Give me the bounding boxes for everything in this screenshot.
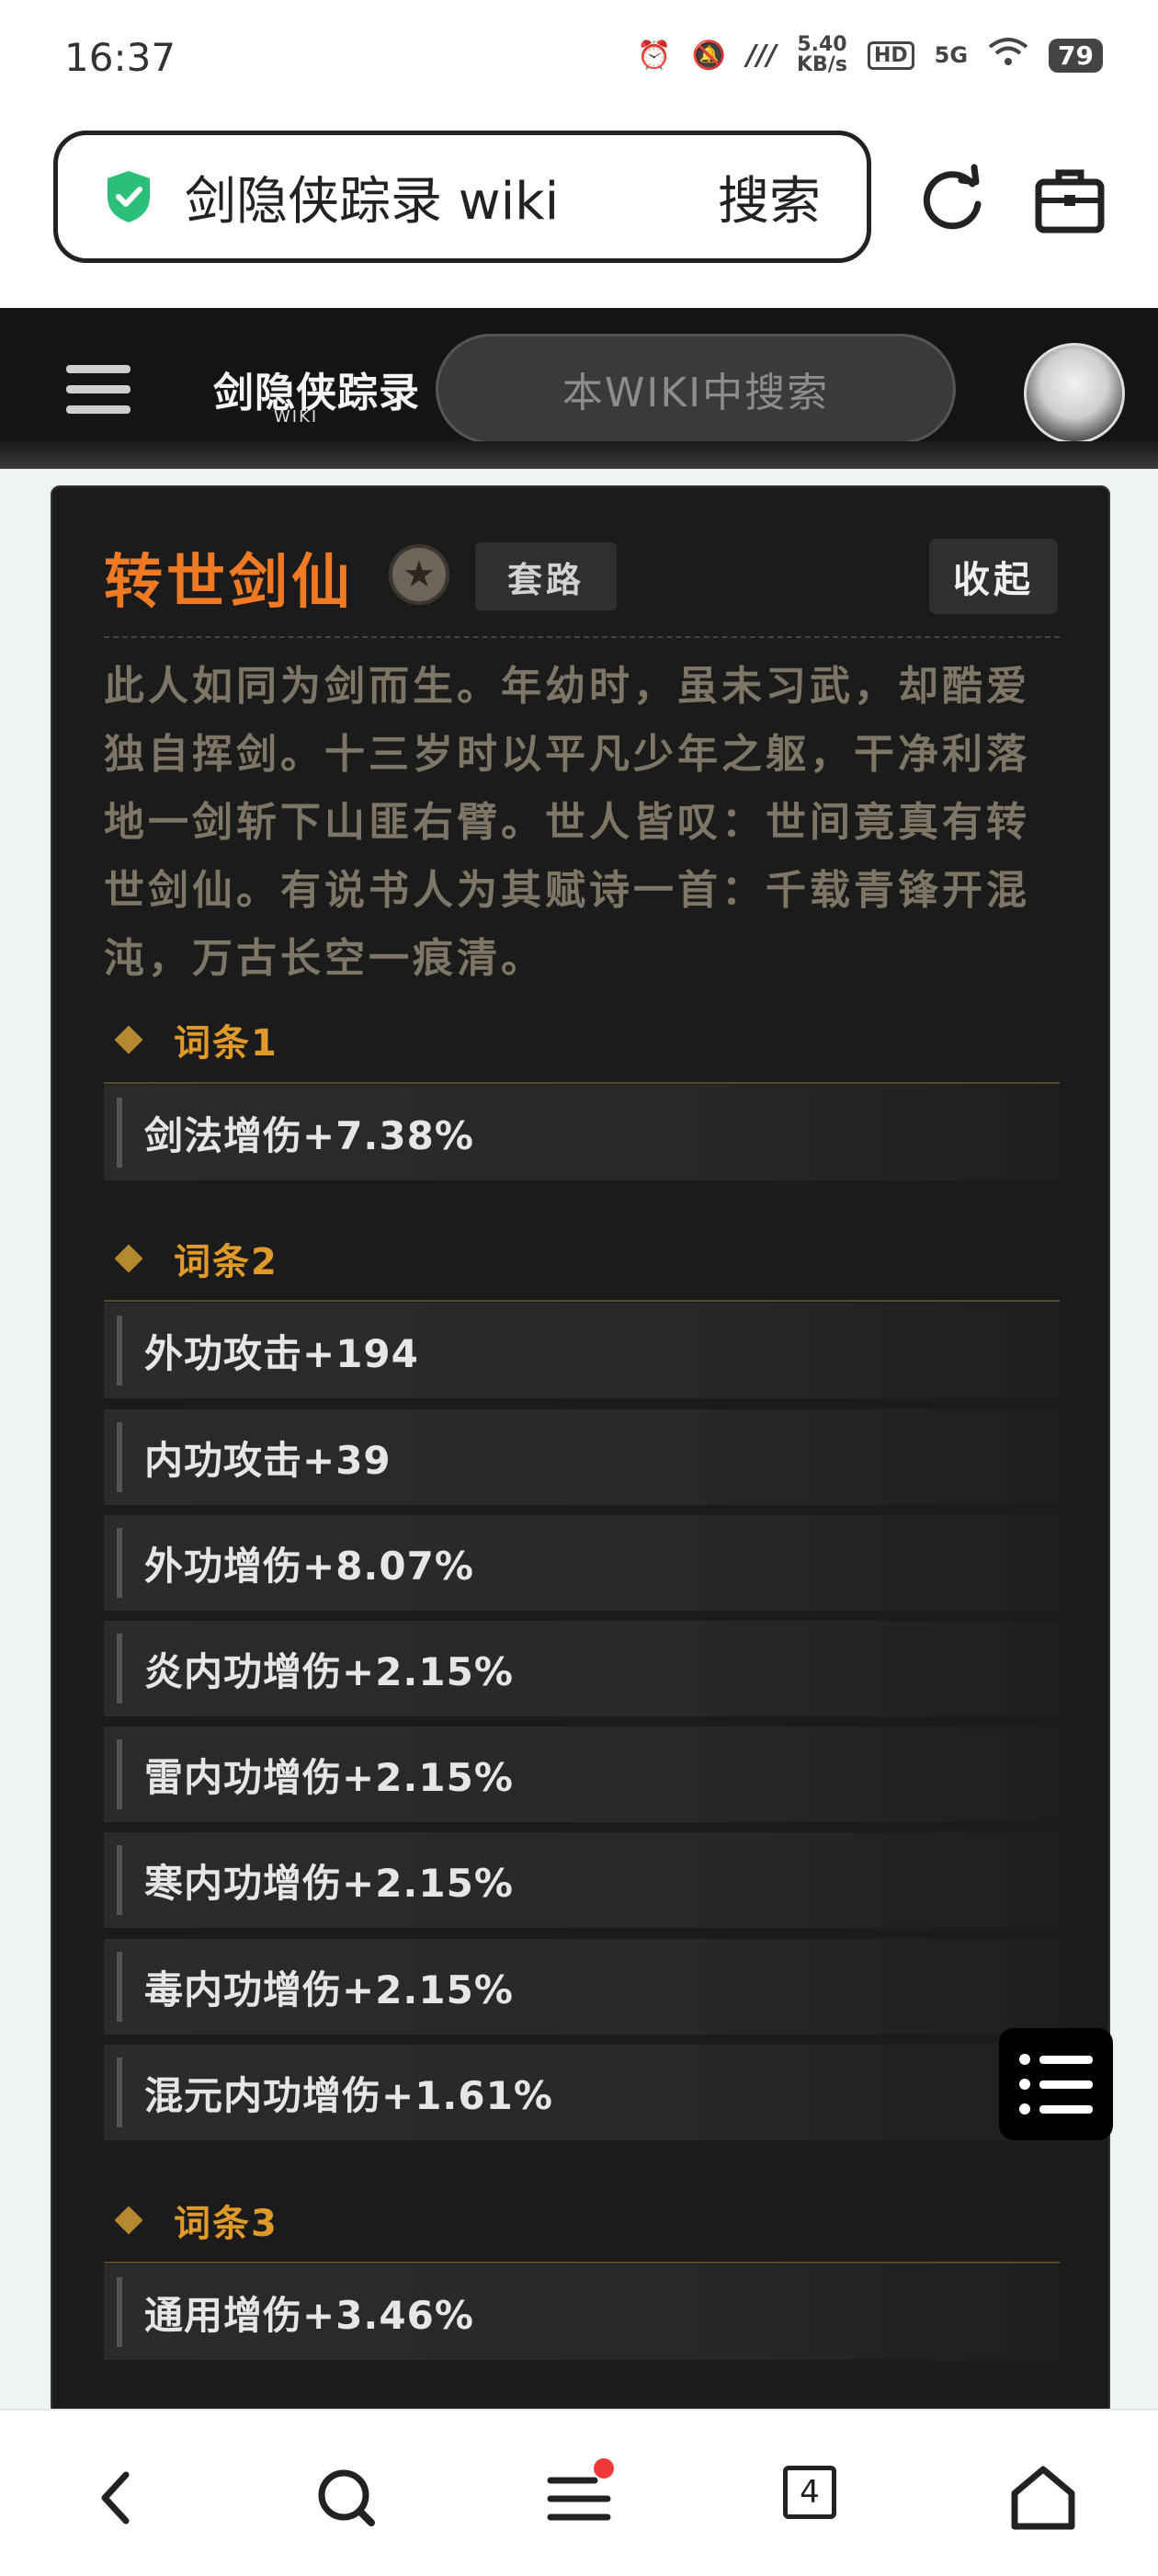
list-item: 炎内功增伤+2.15% [104, 1621, 1060, 1716]
section-header: 词条2 [114, 1232, 278, 1285]
wiki-search-input[interactable]: 本WIKI中搜索 [436, 334, 956, 444]
category-tag[interactable]: 套路 [475, 542, 617, 610]
table-of-contents-button[interactable] [999, 2028, 1113, 2140]
card-description: 此人如同为剑而生。年幼时，虽未习武，却酷爱独自挥剑。十三岁时以平凡少年之躯，干净… [104, 663, 1030, 982]
section-label: 词条3 [174, 2203, 278, 2245]
browser-bar: 剑隐侠踪录 wiki 搜索 [0, 120, 1158, 308]
attribute-text: 外功增伤+8.07% [144, 1543, 474, 1589]
attribute-text: 炎内功增伤+2.15% [144, 1648, 514, 1694]
toolbox-icon[interactable] [1033, 164, 1107, 237]
attribute-text: 寒内功增伤+2.15% [144, 1860, 514, 1906]
net-speed-value: 5.40 [797, 33, 847, 56]
avatar[interactable] [1024, 343, 1125, 444]
home-icon[interactable] [1002, 2456, 1084, 2539]
search-button[interactable]: 搜索 [718, 160, 821, 234]
list-item: 外功攻击+194 [104, 1303, 1060, 1398]
bottom-nav: 4 [0, 2409, 1158, 2576]
diamond-icon [114, 1244, 143, 1273]
reload-icon[interactable] [915, 164, 989, 237]
list-item: 寒内功增伤+2.15% [104, 1832, 1060, 1928]
list-item: 毒内功增伤+2.15% [104, 1939, 1060, 2035]
attribute-text: 雷内功增伤+2.15% [144, 1754, 514, 1800]
search-icon[interactable] [305, 2456, 388, 2539]
net-speed-unit: KB/s [796, 53, 847, 76]
list-item: 内功攻击+39 [104, 1409, 1060, 1505]
wifi-icon [988, 36, 1028, 74]
section-label: 词条1 [174, 1022, 278, 1065]
attribute-text: 毒内功增伤+2.15% [144, 1966, 514, 2012]
wiki-logo-sub: WIKI [274, 407, 319, 427]
mute-icon: 🔕 [691, 39, 727, 72]
network-activity-icon: /// [746, 39, 777, 72]
card-title: 转世剑仙 [104, 548, 354, 617]
attribute-text: 内功攻击+39 [144, 1437, 392, 1483]
battery-level: 79 [1049, 38, 1103, 73]
list-item: 剑法增伤+7.38% [104, 1085, 1060, 1180]
section-label: 词条2 [174, 1241, 278, 1283]
collapse-button[interactable]: 收起 [929, 539, 1058, 614]
status-icons: ⏰ 🔕 /// 5.40 KB/s HD 5G 79 [637, 35, 1103, 75]
back-icon[interactable] [75, 2456, 158, 2539]
wiki-header: 剑隐侠踪录 WIKI 本WIKI中搜索 [0, 308, 1158, 469]
list-item: 混元内功增伤+1.61% [104, 2045, 1060, 2140]
address-text: 剑隐侠踪录 wiki [185, 171, 560, 232]
section-divider [104, 1082, 1060, 1084]
star-icon[interactable]: ★ [389, 544, 449, 605]
shield-icon [108, 171, 150, 222]
attribute-text: 外功攻击+194 [144, 1330, 419, 1376]
net-speed: 5.40 KB/s [797, 35, 847, 75]
hd-badge: HD [867, 40, 914, 70]
section-header: 词条3 [114, 2194, 278, 2247]
address-bar[interactable]: 剑隐侠踪录 wiki 搜索 [53, 131, 871, 263]
list-item: 外功增伤+8.07% [104, 1515, 1060, 1611]
status-time: 16:37 [64, 35, 176, 80]
attribute-text: 混元内功增伤+1.61% [144, 2072, 553, 2118]
alarm-icon: ⏰ [637, 39, 672, 72]
section-header: 词条1 [114, 1013, 278, 1066]
tabs-button[interactable]: 4 [783, 2466, 836, 2519]
title-divider [104, 636, 1060, 638]
header-brush-decoration [0, 441, 1158, 469]
section-divider [104, 2262, 1060, 2263]
status-bar: 16:37 ⏰ 🔕 /// 5.40 KB/s HD 5G 79 [0, 0, 1158, 120]
menu-icon[interactable] [66, 365, 131, 416]
notification-dot [594, 2458, 614, 2479]
item-card: 转世剑仙 ★ 套路 收起 此人如同为剑而生。年幼时，虽未习武，却酷爱独自挥剑。十… [51, 485, 1110, 2416]
attribute-text: 通用增伤+3.46% [144, 2292, 474, 2338]
diamond-icon [114, 2206, 143, 2235]
diamond-icon [114, 1025, 143, 1054]
attribute-text: 剑法增伤+7.38% [144, 1112, 474, 1158]
signal-label: 5G [934, 42, 969, 68]
list-item: 雷内功增伤+2.15% [104, 1727, 1060, 1822]
list-item: 通用增伤+3.46% [104, 2264, 1060, 2360]
section-divider [104, 1300, 1060, 1302]
